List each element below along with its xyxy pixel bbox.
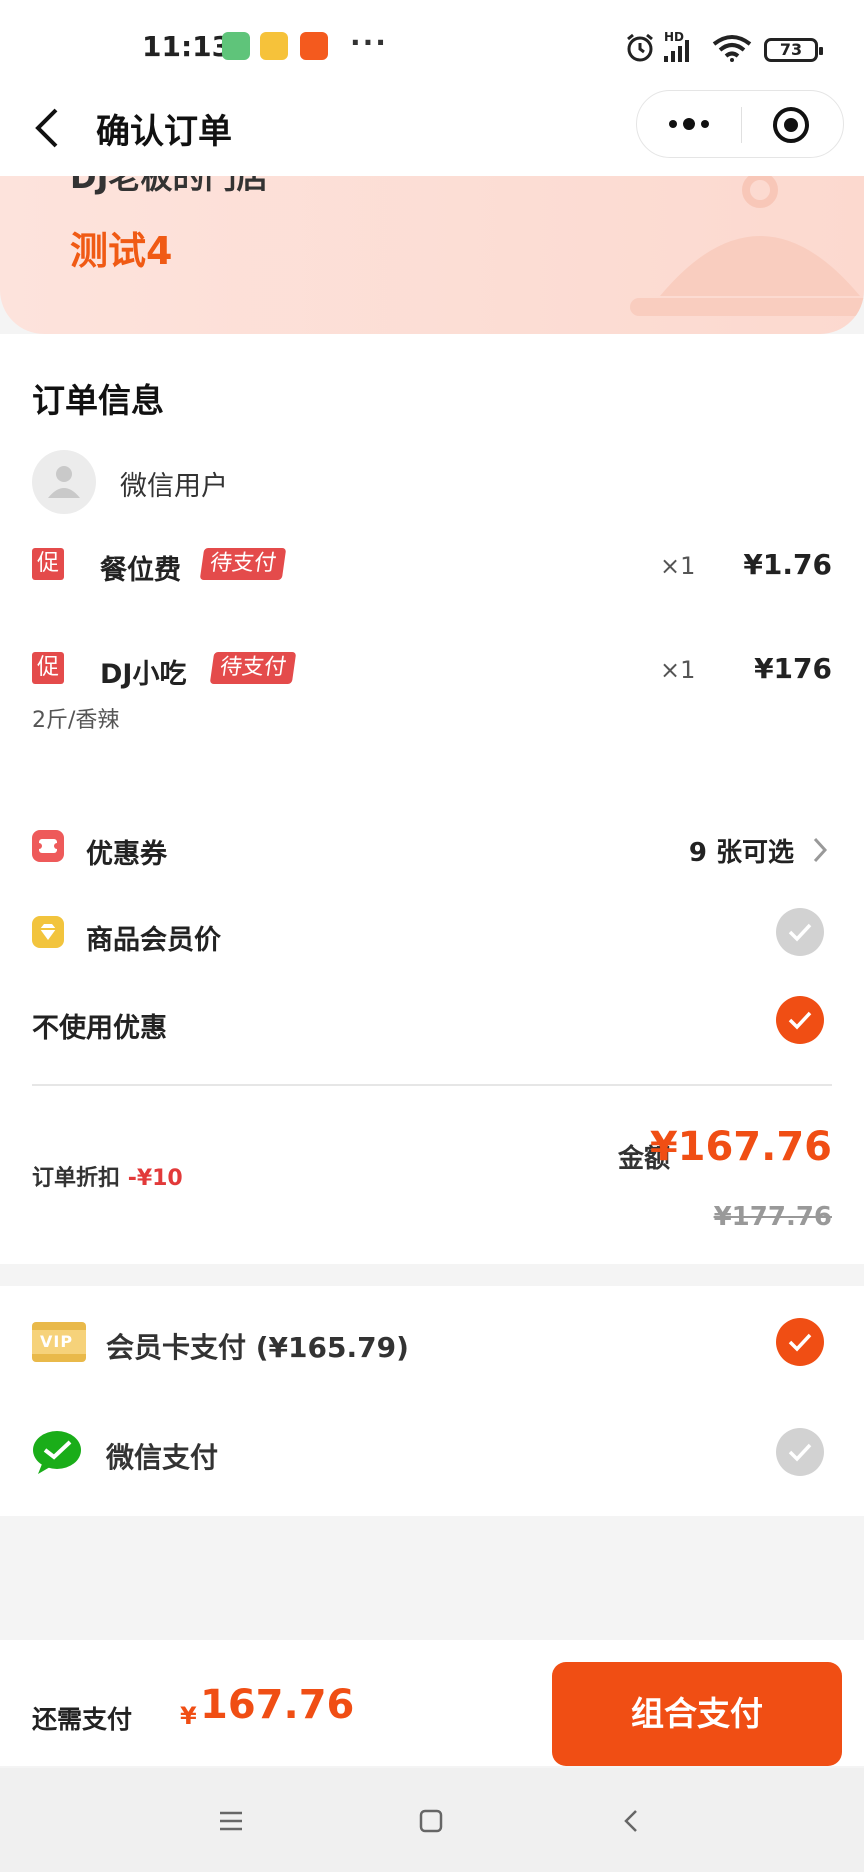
item-price: ¥176 xyxy=(754,652,832,685)
order-amount: ¥167.76 xyxy=(649,1124,832,1170)
promo-badge: 促 xyxy=(32,652,64,684)
system-nav-bar xyxy=(0,1768,864,1872)
user-icon xyxy=(48,466,80,498)
status-time: 11:13 xyxy=(142,30,232,63)
remaining-currency: ¥ xyxy=(180,1702,197,1730)
coupon-label: 优惠券 xyxy=(86,839,167,870)
order-discount-value: -¥10 xyxy=(127,1166,183,1191)
divider xyxy=(32,1084,832,1086)
item-price: ¥1.76 xyxy=(743,548,832,581)
back-icon[interactable] xyxy=(622,1808,640,1834)
more-notifications-icon: ··· xyxy=(350,26,388,59)
status-badge: 待支付 xyxy=(199,548,287,580)
coupon-row[interactable]: 优惠券 9 张可选 xyxy=(0,814,864,878)
home-icon[interactable] xyxy=(418,1808,444,1834)
novel-app-icon xyxy=(260,32,288,60)
mini-program-capsule xyxy=(636,90,844,158)
item-quantity: ×1 xyxy=(660,552,696,580)
table-name: 测试4 xyxy=(70,229,173,273)
order-card: 订单信息 微信用户 促 餐位费 待支付 ×1 ¥1.76 促 DJ小吃 待支付 … xyxy=(0,334,864,1264)
more-menu-icon[interactable] xyxy=(667,115,711,133)
food-cloche-icon xyxy=(630,176,864,316)
member-price-checkbox[interactable] xyxy=(776,908,824,956)
order-section-title: 订单信息 xyxy=(32,381,164,420)
item-spec: 2斤/香辣 xyxy=(32,708,120,733)
capsule-divider xyxy=(741,107,742,143)
item-name: DJ小吃 xyxy=(100,659,187,690)
original-amount: ¥177.76 xyxy=(713,1202,832,1232)
vip-card-payment-row[interactable]: VIP 会员卡支付 (¥165.79) xyxy=(0,1286,864,1396)
wechat-pay-icon xyxy=(33,1431,81,1474)
taobao-app-icon xyxy=(300,32,328,60)
page-title: 确认订单 xyxy=(96,112,232,152)
battery-indicator: 73 xyxy=(764,38,823,62)
no-discount-label: 不使用优惠 xyxy=(32,1013,167,1044)
order-discount-label: 订单折扣 -¥10 xyxy=(32,1160,183,1192)
coupon-count: 9 张可选 xyxy=(688,838,794,868)
item-quantity: ×1 xyxy=(660,656,696,684)
vip-card-icon: VIP xyxy=(32,1322,86,1362)
checkout-footer: 还需支付 ¥ 167.76 组合支付 xyxy=(0,1640,864,1766)
vip-card-payment-label: 会员卡支付 (¥165.79) xyxy=(106,1331,409,1364)
order-discount-text: 订单折扣 xyxy=(32,1166,121,1191)
avatar xyxy=(32,450,96,514)
combined-pay-button[interactable]: 组合支付 xyxy=(552,1662,842,1766)
alarm-icon xyxy=(627,33,653,62)
vip-card-payment-checkbox[interactable] xyxy=(776,1318,824,1366)
member-price-label: 商品会员价 xyxy=(86,925,221,956)
nav-bar: 确认订单 xyxy=(0,90,864,176)
back-arrow-icon[interactable] xyxy=(32,106,62,150)
payment-methods: VIP 会员卡支付 (¥165.79) 微信支付 xyxy=(0,1286,864,1516)
shop-name: DJ老板的门店 xyxy=(70,176,269,196)
promo-badge: 促 xyxy=(32,548,64,580)
username: 微信用户 xyxy=(120,471,228,502)
wechat-payment-checkbox[interactable] xyxy=(776,1428,824,1476)
member-diamond-icon xyxy=(32,916,64,948)
wifi-icon xyxy=(712,35,752,62)
member-price-row[interactable]: 商品会员价 xyxy=(0,900,864,964)
shop-banner: DJ老板的门店 测试4 xyxy=(0,176,864,334)
signal-icon xyxy=(664,40,689,62)
app-notification-icon xyxy=(222,32,250,60)
remaining-payment-label: 还需支付 xyxy=(32,1705,133,1734)
close-mini-program-icon[interactable] xyxy=(771,105,811,145)
wechat-payment-row[interactable]: 微信支付 xyxy=(0,1396,864,1506)
remaining-amount: 167.76 xyxy=(200,1682,355,1728)
no-discount-checkbox[interactable] xyxy=(776,996,824,1044)
no-discount-row[interactable]: 不使用优惠 xyxy=(0,988,864,1052)
status-badge: 待支付 xyxy=(209,652,297,684)
coupon-icon xyxy=(32,830,64,862)
item-name: 餐位费 xyxy=(100,555,181,586)
status-bar: 11:13 ··· HD 73 xyxy=(0,0,864,96)
chevron-right-icon xyxy=(813,837,828,863)
wechat-payment-label: 微信支付 xyxy=(106,1441,219,1474)
menu-icon[interactable] xyxy=(218,1810,244,1832)
